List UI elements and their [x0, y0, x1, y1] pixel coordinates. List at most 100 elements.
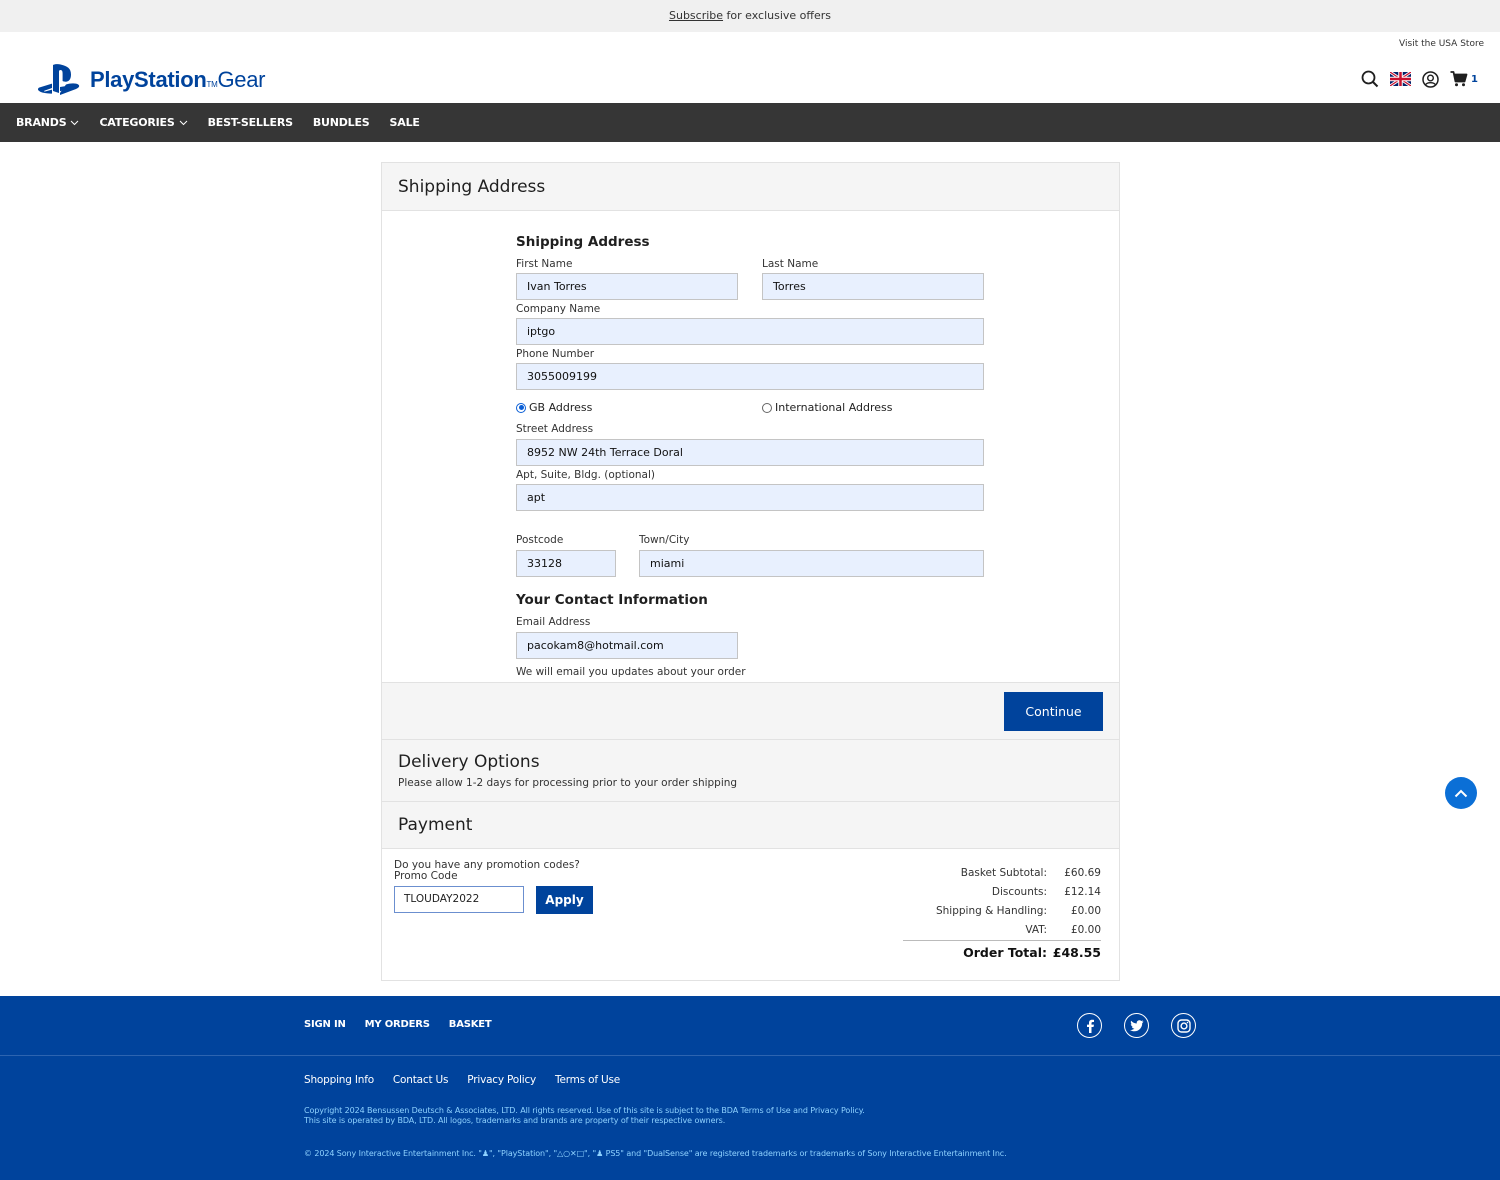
last-name-label: Last Name: [762, 258, 819, 270]
order-totals: Basket Subtotal: £60.69 Discounts: £12.1…: [901, 863, 1101, 963]
footer-terms-of-use-link[interactable]: Terms of Use: [555, 1074, 620, 1086]
nav-item-best-sellers[interactable]: BEST-SELLERS: [208, 116, 293, 129]
last-name-field[interactable]: Torres: [762, 273, 984, 300]
order-total-value: £48.55: [1052, 944, 1101, 960]
back-to-top-button[interactable]: [1445, 777, 1477, 809]
apply-promo-button[interactable]: Apply: [536, 886, 593, 914]
discounts-row: Discounts: £12.14: [901, 882, 1101, 901]
continue-bar: Continue: [382, 682, 1119, 740]
promo-bar: Subscribe for exclusive offers: [0, 0, 1500, 32]
chevron-down-icon: [179, 120, 187, 125]
delivery-options-title: Delivery Options: [398, 752, 540, 772]
copyright-line-1: Copyright 2024 Bensussen Deutsch & Assoc…: [304, 1106, 865, 1115]
subscribe-link[interactable]: Subscribe: [669, 9, 723, 22]
footer-account-links: SIGN IN MY ORDERS BASKET: [304, 1019, 492, 1030]
apt-suite-label: Apt, Suite, Bldg. (optional): [516, 469, 656, 481]
main-nav: BRANDS CATEGORIES BEST-SELLERS BUNDLES S…: [0, 103, 1500, 142]
subtotal-value: £60.69: [1064, 866, 1101, 879]
email-updates-note: We will email you updates about your ord…: [516, 666, 746, 678]
vat-row: VAT: £0.00: [901, 920, 1101, 939]
promo-code-input[interactable]: TLOUDAY2022: [394, 886, 524, 913]
first-name-field[interactable]: Ivan Torres: [516, 273, 738, 300]
discounts-value: £12.14: [1064, 885, 1101, 898]
email-address-label: Email Address: [516, 616, 591, 628]
cart-button[interactable]: 1: [1450, 71, 1478, 87]
promo-code-label: Promo Code: [394, 870, 458, 882]
international-address-label: International Address: [775, 401, 893, 414]
vat-label: VAT:: [1025, 923, 1047, 936]
logo-wordmark: PlayStationTMGear: [90, 67, 265, 93]
chevron-up-icon: [1454, 789, 1468, 797]
continue-button[interactable]: Continue: [1004, 692, 1103, 731]
shipping-section-header[interactable]: Shipping Address: [382, 163, 1119, 211]
instagram-icon[interactable]: [1171, 1013, 1196, 1038]
footer-top: SIGN IN MY ORDERS BASKET: [0, 996, 1500, 1056]
contact-info-title: Your Contact Information: [516, 592, 708, 608]
nav-item-label: BUNDLES: [312, 116, 370, 129]
gb-address-label: GB Address: [529, 401, 593, 414]
vat-value: £0.00: [1070, 923, 1101, 936]
gb-address-radio[interactable]: [516, 402, 526, 413]
twitter-icon[interactable]: [1124, 1013, 1149, 1038]
logo-gear-text: Gear: [217, 67, 266, 92]
email-address-field[interactable]: pacokam8@hotmail.com: [516, 632, 738, 659]
delivery-options-note: Please allow 1-2 days for processing pri…: [398, 777, 738, 789]
playstation-logo-icon: [38, 64, 80, 95]
footer-privacy-policy-link[interactable]: Privacy Policy: [467, 1074, 536, 1086]
site-footer: SIGN IN MY ORDERS BASKET Shopping Info C…: [0, 996, 1500, 1180]
playstation-gear-logo[interactable]: PlayStationTMGear: [38, 64, 265, 96]
visit-usa-store-link[interactable]: Visit the USA Store: [1399, 39, 1484, 49]
shipping-handling-value: £0.00: [1070, 904, 1101, 917]
street-address-field[interactable]: 8952 NW 24th Terrace Doral: [516, 439, 984, 466]
payment-body: Do you have any promotion codes? Promo C…: [382, 849, 1119, 981]
nav-item-label: BRANDS: [16, 116, 67, 129]
nav-item-label: CATEGORIES: [99, 116, 175, 129]
cart-count-badge: 1: [1471, 73, 1478, 85]
international-address-radio[interactable]: [762, 402, 772, 413]
footer-contact-us-link[interactable]: Contact Us: [393, 1074, 449, 1086]
payment-section-title: Payment: [398, 815, 473, 835]
company-name-label: Company Name: [516, 303, 601, 315]
footer-info-links: Shopping Info Contact Us Privacy Policy …: [304, 1074, 620, 1086]
postcode-field[interactable]: 33128: [516, 550, 616, 577]
nav-item-label: BEST-SELLERS: [207, 116, 293, 129]
uk-flag-icon[interactable]: [1390, 72, 1412, 86]
town-city-label: Town/City: [639, 534, 690, 546]
chevron-down-icon: [71, 120, 79, 125]
shipping-form: Shipping Address First Name Ivan Torres …: [382, 211, 1119, 682]
header-icons: 1: [1361, 70, 1478, 88]
cart-icon: [1450, 71, 1468, 87]
checkout-panel: Shipping Address Shipping Address First …: [381, 162, 1120, 981]
payment-section-header[interactable]: Payment: [382, 802, 1119, 849]
apt-suite-field[interactable]: apt: [516, 484, 984, 511]
phone-number-field[interactable]: 3055009199: [516, 363, 984, 390]
international-address-option[interactable]: International Address: [762, 401, 893, 414]
nav-item-sale[interactable]: SALE: [390, 116, 420, 129]
phone-number-label: Phone Number: [516, 348, 595, 360]
footer-basket-link[interactable]: BASKET: [449, 1019, 492, 1030]
logo-main-text: PlayStation: [90, 67, 207, 92]
sie-trademark-notice: © 2024 Sony Interactive Entertainment In…: [304, 1149, 1007, 1158]
nav-item-categories[interactable]: CATEGORIES: [99, 116, 187, 129]
shipping-handling-row: Shipping & Handling: £0.00: [901, 901, 1101, 920]
account-icon[interactable]: [1422, 70, 1439, 88]
nav-item-bundles[interactable]: BUNDLES: [313, 116, 370, 129]
delivery-options-section[interactable]: Delivery Options Please allow 1-2 days f…: [382, 740, 1119, 802]
company-name-field[interactable]: iptgo: [516, 318, 984, 345]
discounts-label: Discounts:: [991, 885, 1047, 898]
copyright-notice: Copyright 2024 Bensussen Deutsch & Assoc…: [304, 1106, 865, 1126]
street-address-label: Street Address: [516, 423, 594, 435]
footer-sign-in-link[interactable]: SIGN IN: [304, 1019, 346, 1030]
logo-tm: TM: [206, 80, 218, 89]
social-links: [1077, 1013, 1196, 1038]
footer-my-orders-link[interactable]: MY ORDERS: [365, 1019, 430, 1030]
footer-shopping-info-link[interactable]: Shopping Info: [304, 1074, 374, 1086]
subtotal-label: Basket Subtotal:: [960, 866, 1047, 879]
search-icon[interactable]: [1361, 70, 1379, 88]
order-total-label: Order Total:: [963, 944, 1047, 960]
nav-item-brands[interactable]: BRANDS: [16, 116, 79, 129]
gb-address-option[interactable]: GB Address: [516, 401, 592, 414]
facebook-icon[interactable]: [1077, 1013, 1102, 1038]
town-city-field[interactable]: miami: [639, 550, 984, 577]
shipping-form-title: Shipping Address: [516, 234, 650, 250]
